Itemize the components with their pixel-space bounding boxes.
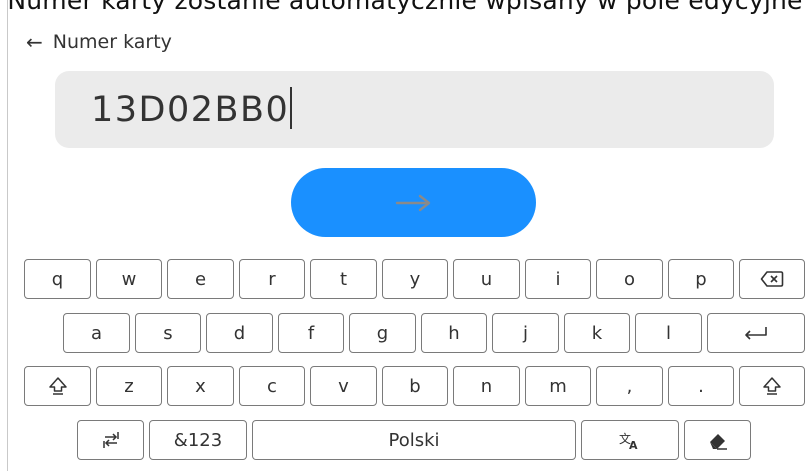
key-y[interactable]: y	[382, 259, 448, 299]
key-space[interactable]: Polski	[252, 420, 576, 460]
left-divider	[7, 0, 8, 471]
key-h[interactable]: h	[421, 313, 487, 353]
key-i[interactable]: i	[525, 259, 591, 299]
header: ← Numer karty	[26, 28, 172, 56]
key-backspace[interactable]	[739, 259, 805, 299]
key-t[interactable]: t	[310, 259, 377, 299]
shift-icon	[48, 377, 67, 395]
key-z[interactable]: z	[96, 366, 162, 406]
key-clear[interactable]	[684, 420, 751, 460]
key-shift-left[interactable]	[24, 366, 91, 406]
key-p[interactable]: p	[668, 259, 734, 299]
key-g[interactable]: g	[349, 313, 416, 353]
key-x[interactable]: x	[167, 366, 234, 406]
key-a[interactable]: a	[63, 313, 130, 353]
key-m[interactable]: m	[525, 366, 591, 406]
submit-button[interactable]	[291, 168, 536, 237]
arrow-right-icon	[395, 194, 430, 211]
card-number-value: 13D02BB0	[91, 90, 290, 130]
key-u[interactable]: u	[453, 259, 520, 299]
key-s[interactable]: s	[135, 313, 201, 353]
card-number-field[interactable]: 13D02BB0	[55, 71, 774, 148]
key-comma[interactable]: ,	[596, 366, 663, 406]
key-e[interactable]: e	[167, 259, 234, 299]
key-keyboard-switch[interactable]	[77, 420, 144, 460]
key-translate[interactable]: 文 A	[581, 420, 679, 460]
key-o[interactable]: o	[596, 259, 663, 299]
backspace-icon	[760, 271, 784, 287]
arrow-left-icon[interactable]: ←	[26, 32, 43, 52]
key-f[interactable]: f	[278, 313, 344, 353]
key-l[interactable]: l	[635, 313, 702, 353]
key-q[interactable]: q	[24, 259, 91, 299]
shift-icon	[763, 377, 781, 395]
key-b[interactable]: b	[382, 366, 448, 406]
eraser-icon	[709, 434, 727, 450]
key-j[interactable]: j	[492, 313, 559, 353]
svg-text:A: A	[629, 439, 638, 450]
key-enter[interactable]	[707, 313, 805, 353]
key-d[interactable]: d	[206, 313, 273, 353]
key-v[interactable]: v	[310, 366, 377, 406]
key-period[interactable]: .	[668, 366, 734, 406]
key-c[interactable]: c	[239, 366, 305, 406]
key-k[interactable]: k	[564, 313, 630, 353]
enter-icon	[745, 327, 767, 340]
key-n[interactable]: n	[453, 366, 520, 406]
page-title: Numer karty	[52, 31, 172, 53]
key-r[interactable]: r	[239, 259, 305, 299]
key-w[interactable]: w	[96, 259, 162, 299]
keyboard-switch-icon	[102, 432, 119, 448]
key-symbols[interactable]: &123	[149, 420, 247, 460]
key-shift-right[interactable]	[739, 366, 805, 406]
caption: Numer karty zostanie automatycznie wpisa…	[7, 0, 803, 15]
translate-icon: 文 A	[619, 431, 638, 450]
text-caret	[290, 87, 293, 129]
